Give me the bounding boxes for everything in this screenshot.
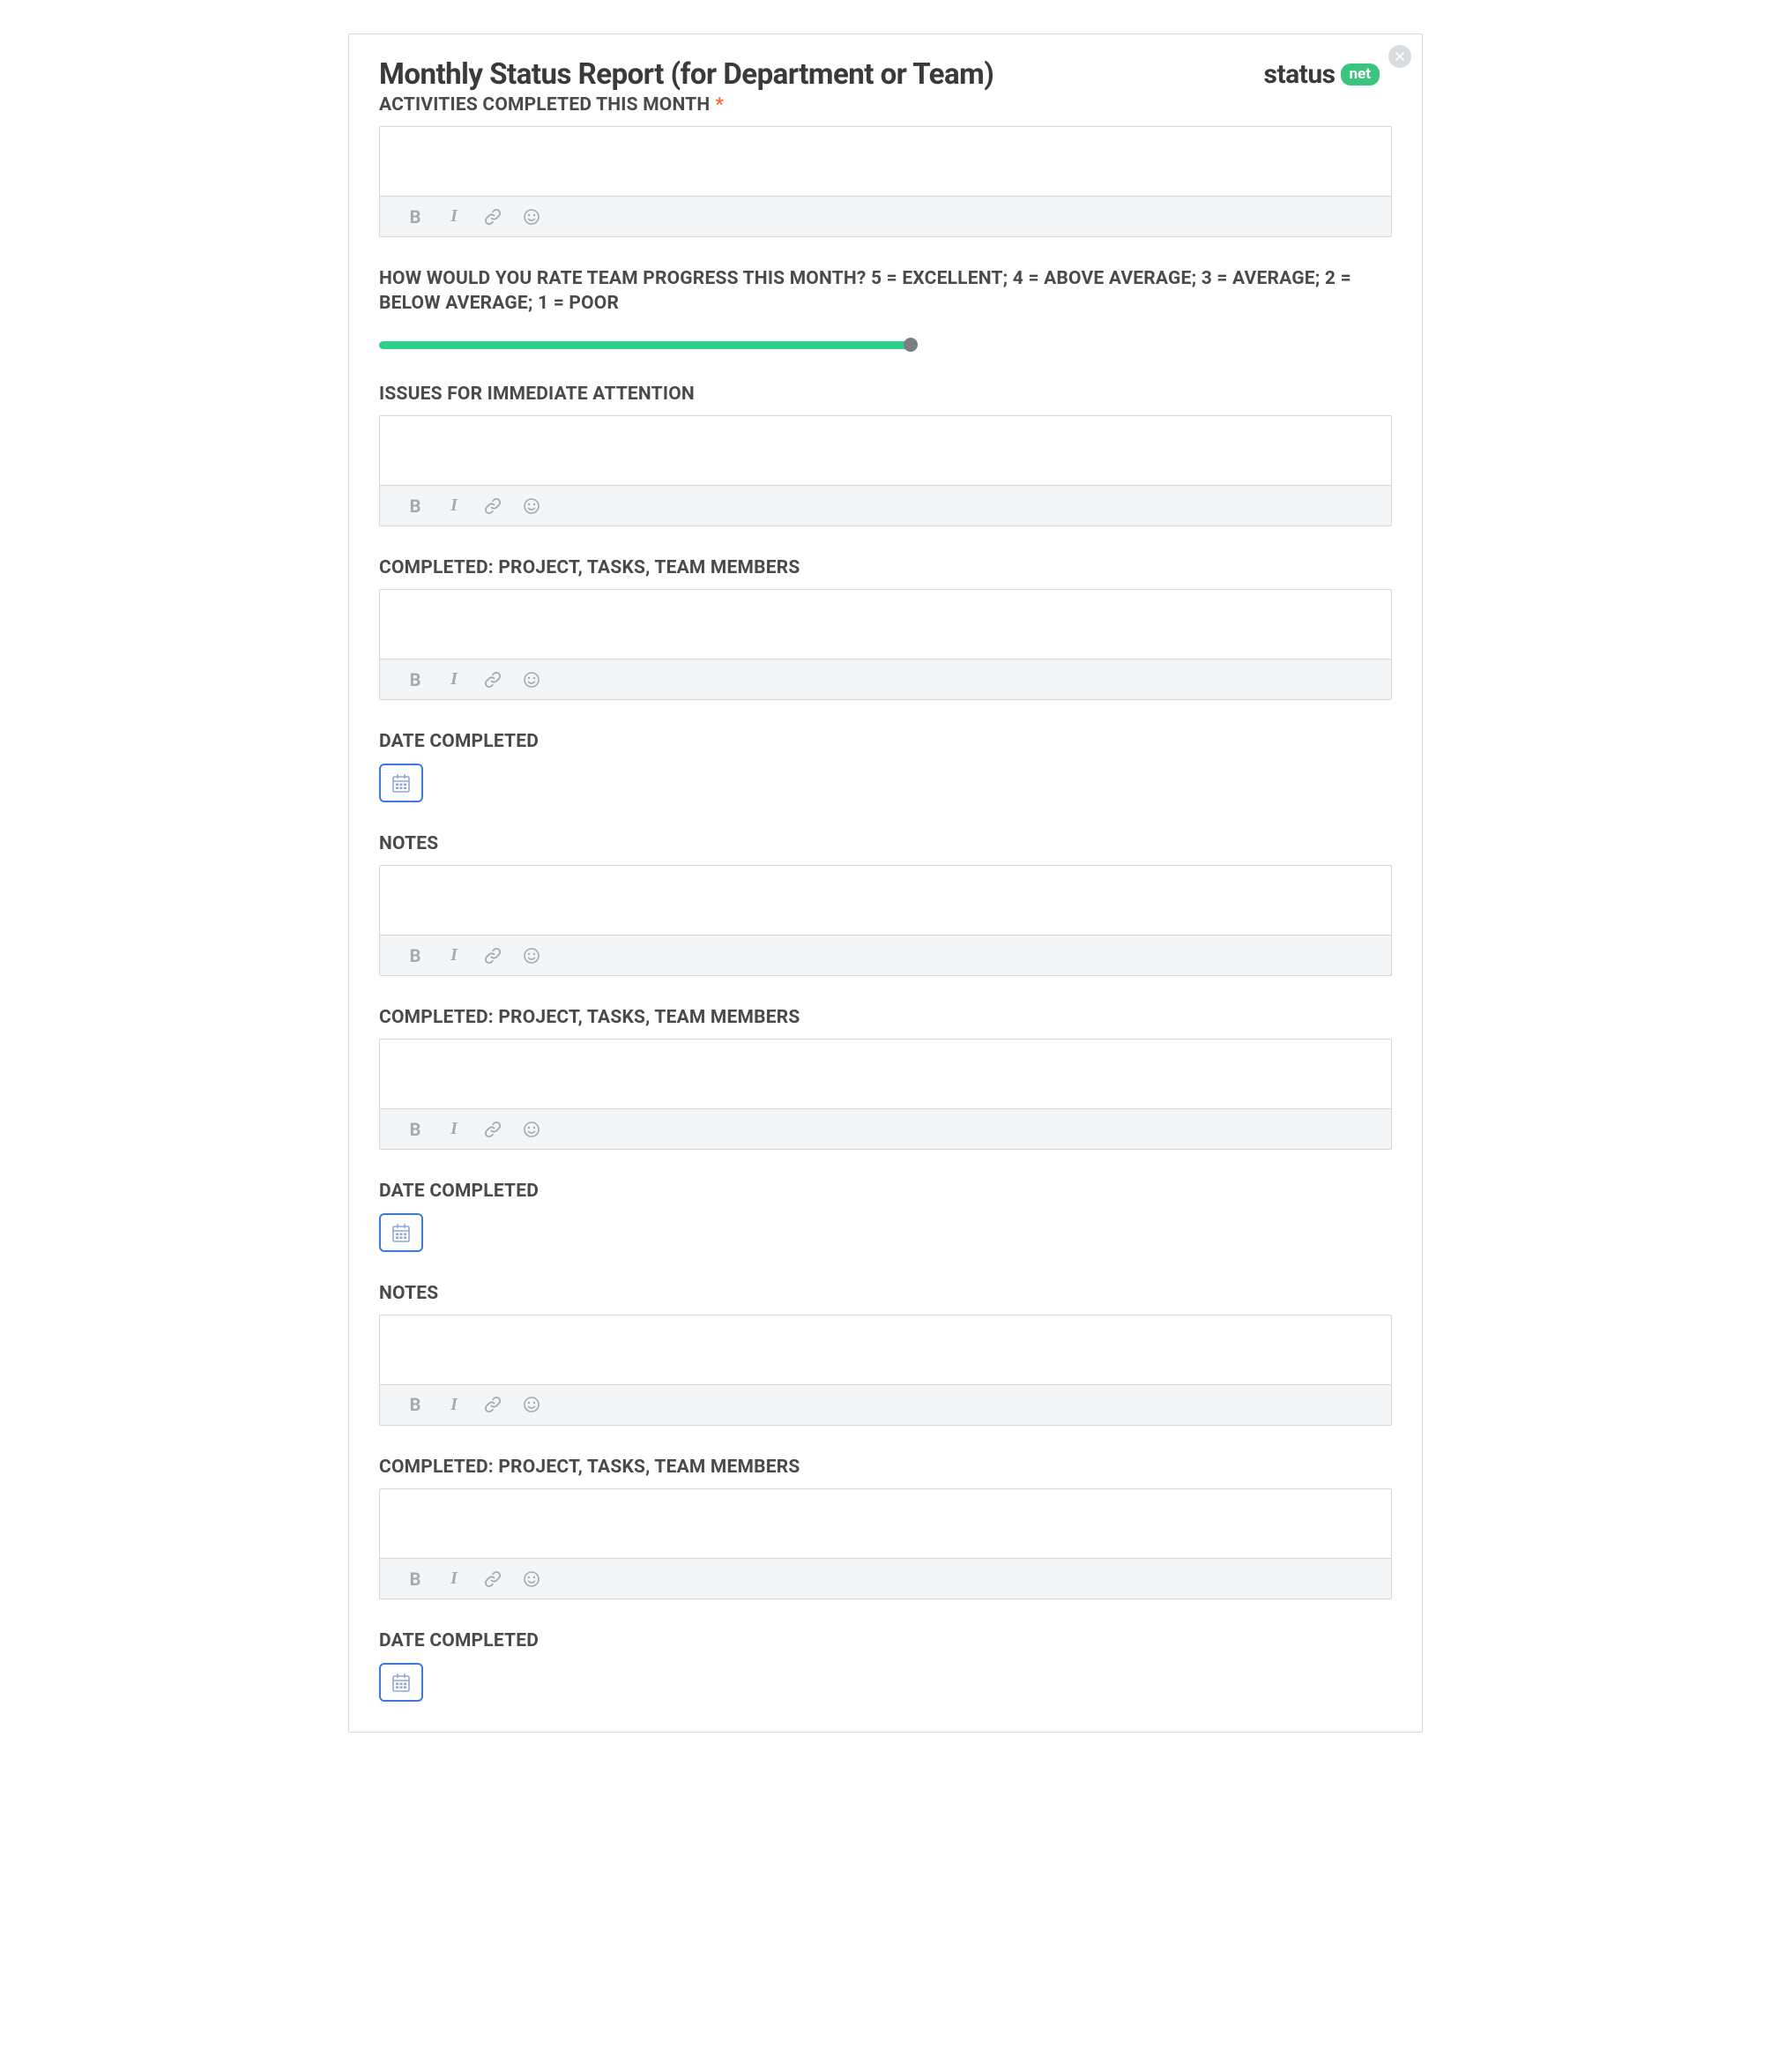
smile-icon bbox=[523, 671, 540, 689]
field-label: COMPLETED: PROJECT, TASKS, TEAM MEMBERS bbox=[379, 1456, 1392, 1479]
field-label: NOTES bbox=[379, 1282, 1392, 1306]
link-button[interactable] bbox=[484, 1570, 502, 1588]
link-button[interactable] bbox=[484, 671, 502, 689]
smile-icon bbox=[523, 208, 540, 226]
emoji-button[interactable] bbox=[523, 497, 540, 515]
link-icon bbox=[484, 671, 502, 689]
field-label: ISSUES FOR IMMEDIATE ATTENTION bbox=[379, 383, 1392, 406]
link-button[interactable] bbox=[484, 1396, 502, 1413]
calendar-icon bbox=[391, 772, 412, 794]
section-activities: ACTIVITIES COMPLETED THIS MONTH*BI bbox=[379, 93, 1392, 237]
field-label: HOW WOULD YOU RATE TEAM PROGRESS THIS MO… bbox=[379, 267, 1392, 316]
link-icon bbox=[484, 1570, 502, 1588]
field-label: COMPLETED: PROJECT, TASKS, TEAM MEMBERS bbox=[379, 1006, 1392, 1030]
field-label: DATE COMPLETED bbox=[379, 1180, 1392, 1204]
calendar-icon bbox=[391, 1222, 412, 1243]
section-notes-1: NOTESBI bbox=[379, 832, 1392, 976]
smile-icon bbox=[523, 947, 540, 965]
rating-slider[interactable] bbox=[379, 335, 1392, 353]
emoji-button[interactable] bbox=[523, 947, 540, 965]
italic-button[interactable]: I bbox=[445, 671, 463, 689]
notes-2-input[interactable] bbox=[379, 1315, 1392, 1385]
editor-toolbar: BI bbox=[379, 1109, 1392, 1150]
section-date-2: DATE COMPLETED bbox=[379, 1180, 1392, 1251]
link-button[interactable] bbox=[484, 947, 502, 965]
logo-badge: net bbox=[1341, 63, 1380, 86]
link-icon bbox=[484, 497, 502, 515]
emoji-button[interactable] bbox=[523, 1121, 540, 1138]
emoji-button[interactable] bbox=[523, 1570, 540, 1588]
date-1-picker[interactable] bbox=[379, 764, 423, 802]
section-issues: ISSUES FOR IMMEDIATE ATTENTIONBI bbox=[379, 383, 1392, 526]
section-date-3: DATE COMPLETED bbox=[379, 1629, 1392, 1701]
editor-toolbar: BI bbox=[379, 1385, 1392, 1426]
bold-button[interactable]: B bbox=[406, 1570, 424, 1588]
smile-icon bbox=[523, 1396, 540, 1413]
section-date-1: DATE COMPLETED bbox=[379, 730, 1392, 801]
smile-icon bbox=[523, 497, 540, 515]
link-icon bbox=[484, 208, 502, 226]
smile-icon bbox=[523, 1570, 540, 1588]
editor-toolbar: BI bbox=[379, 660, 1392, 700]
bold-button[interactable]: B bbox=[406, 947, 424, 965]
link-button[interactable] bbox=[484, 497, 502, 515]
editor-toolbar: BI bbox=[379, 197, 1392, 237]
link-button[interactable] bbox=[484, 208, 502, 226]
link-icon bbox=[484, 1396, 502, 1413]
italic-button[interactable]: I bbox=[445, 1570, 463, 1588]
bold-button[interactable]: B bbox=[406, 671, 424, 689]
bold-button[interactable]: B bbox=[406, 1121, 424, 1138]
form-panel: Monthly Status Report (for Department or… bbox=[348, 34, 1423, 1733]
activities-input[interactable] bbox=[379, 126, 1392, 197]
date-2-picker[interactable] bbox=[379, 1213, 423, 1252]
bold-button[interactable]: B bbox=[406, 497, 424, 515]
date-3-picker[interactable] bbox=[379, 1663, 423, 1702]
page-title: Monthly Status Report (for Department or… bbox=[379, 57, 993, 92]
header: Monthly Status Report (for Department or… bbox=[379, 57, 1392, 92]
completed-1-input[interactable] bbox=[379, 589, 1392, 660]
emoji-button[interactable] bbox=[523, 1396, 540, 1413]
editor-toolbar: BI bbox=[379, 486, 1392, 526]
calendar-icon bbox=[391, 1672, 412, 1693]
italic-button[interactable]: I bbox=[445, 208, 463, 226]
smile-icon bbox=[523, 1121, 540, 1138]
notes-1-input[interactable] bbox=[379, 865, 1392, 935]
section-notes-2: NOTESBI bbox=[379, 1282, 1392, 1426]
logo: status net bbox=[1264, 59, 1380, 90]
emoji-button[interactable] bbox=[523, 208, 540, 226]
bold-button[interactable]: B bbox=[406, 208, 424, 226]
section-rating: HOW WOULD YOU RATE TEAM PROGRESS THIS MO… bbox=[379, 267, 1392, 353]
link-icon bbox=[484, 947, 502, 965]
required-star-icon: * bbox=[715, 94, 724, 116]
editor-toolbar: BI bbox=[379, 935, 1392, 976]
section-completed-2: COMPLETED: PROJECT, TASKS, TEAM MEMBERS B… bbox=[379, 1006, 1392, 1150]
editor-toolbar: BI bbox=[379, 1559, 1392, 1599]
close-button[interactable] bbox=[1388, 45, 1411, 68]
completed-3-input[interactable] bbox=[379, 1488, 1392, 1559]
section-completed-1: COMPLETED: PROJECT, TASKS, TEAM MEMBERS B… bbox=[379, 556, 1392, 700]
italic-button[interactable]: I bbox=[445, 1121, 463, 1138]
field-label: COMPLETED: PROJECT, TASKS, TEAM MEMBERS bbox=[379, 556, 1392, 580]
link-icon bbox=[484, 1121, 502, 1138]
italic-button[interactable]: I bbox=[445, 1396, 463, 1413]
completed-2-input[interactable] bbox=[379, 1039, 1392, 1109]
link-button[interactable] bbox=[484, 1121, 502, 1138]
logo-text: status bbox=[1264, 59, 1336, 90]
field-label: NOTES bbox=[379, 832, 1392, 856]
italic-button[interactable]: I bbox=[445, 947, 463, 965]
bold-button[interactable]: B bbox=[406, 1396, 424, 1413]
emoji-button[interactable] bbox=[523, 671, 540, 689]
field-label: DATE COMPLETED bbox=[379, 1629, 1392, 1653]
field-label: ACTIVITIES COMPLETED THIS MONTH* bbox=[379, 93, 1392, 117]
italic-button[interactable]: I bbox=[445, 497, 463, 515]
slider-thumb[interactable] bbox=[904, 338, 918, 352]
close-icon bbox=[1395, 52, 1404, 61]
slider-track bbox=[379, 341, 911, 349]
issues-input[interactable] bbox=[379, 415, 1392, 486]
field-label: DATE COMPLETED bbox=[379, 730, 1392, 754]
section-completed-3: COMPLETED: PROJECT, TASKS, TEAM MEMBERS B… bbox=[379, 1456, 1392, 1599]
